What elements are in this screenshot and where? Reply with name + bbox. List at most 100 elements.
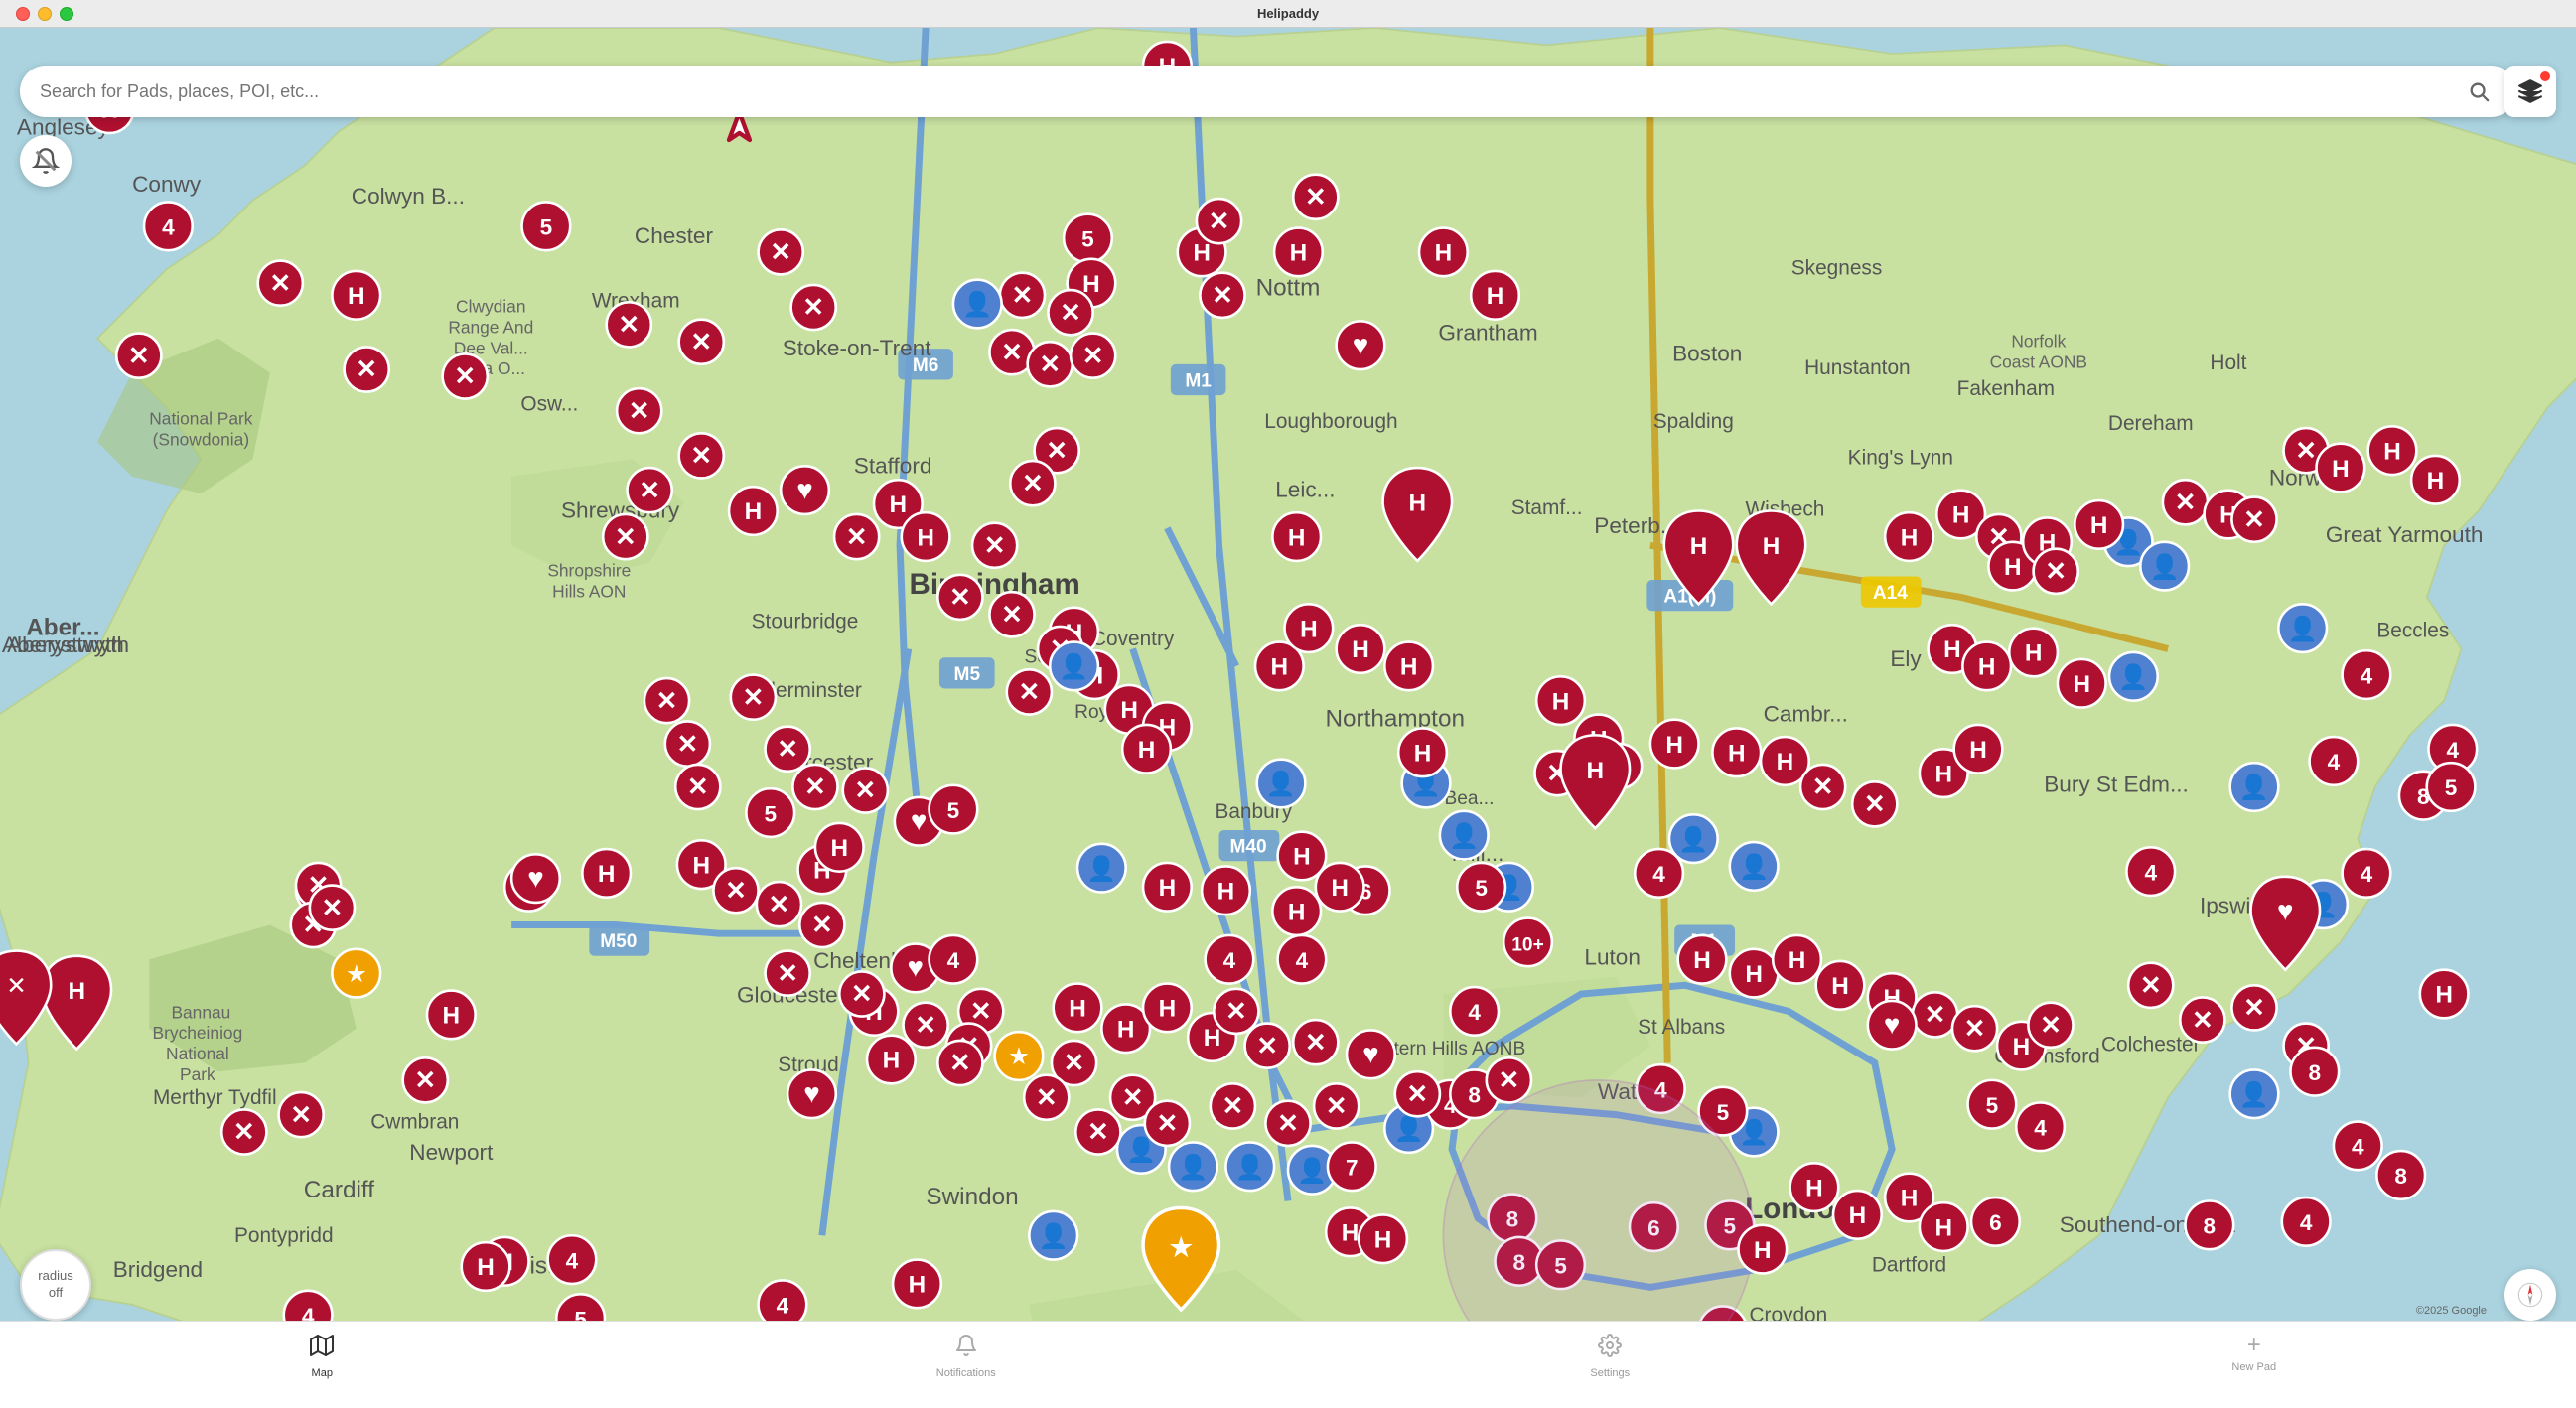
svg-text:♥: ♥	[1353, 329, 1369, 359]
svg-text:H: H	[1763, 533, 1781, 560]
svg-text:Grantham: Grantham	[1438, 320, 1537, 345]
svg-text:H: H	[830, 835, 848, 862]
svg-text:Hunstanton: Hunstanton	[1804, 356, 1911, 379]
svg-text:✕: ✕	[1001, 599, 1023, 629]
svg-text:Birmingham: Birmingham	[910, 568, 1080, 601]
svg-text:✕: ✕	[1925, 1000, 1946, 1030]
map-nav-label: Map	[312, 1367, 333, 1379]
svg-text:Bea...: Bea...	[1444, 788, 1494, 809]
svg-text:4: 4	[947, 948, 960, 973]
nav-item-new-pad[interactable]: + New Pad	[2215, 1334, 2294, 1373]
maximize-button[interactable]	[60, 7, 73, 21]
alert-button[interactable]	[20, 135, 72, 187]
svg-text:✕: ✕	[414, 1065, 436, 1095]
search-button[interactable]	[2461, 73, 2497, 109]
svg-text:✕: ✕	[1326, 1091, 1348, 1121]
svg-text:✕: ✕	[1964, 1013, 1986, 1043]
svg-text:H: H	[598, 861, 616, 888]
svg-text:H: H	[1290, 240, 1308, 267]
svg-text:A14: A14	[1873, 583, 1908, 604]
svg-text:H: H	[1777, 749, 1794, 775]
svg-text:✕: ✕	[1256, 1031, 1278, 1060]
svg-text:✕: ✕	[2175, 488, 2197, 517]
svg-text:H: H	[2004, 554, 2022, 581]
svg-text:Pontypridd: Pontypridd	[234, 1224, 334, 1247]
svg-text:M40: M40	[1229, 837, 1266, 858]
svg-text:H: H	[1400, 654, 1418, 681]
svg-text:5: 5	[1717, 1100, 1730, 1125]
svg-text:H: H	[1288, 899, 1306, 925]
minimize-button[interactable]	[38, 7, 52, 21]
svg-text:✕: ✕	[1012, 280, 1034, 310]
svg-text:✕: ✕	[1305, 182, 1327, 211]
svg-text:H: H	[1204, 1025, 1221, 1052]
svg-text:👤: 👤	[2150, 552, 2180, 581]
svg-text:Coventry: Coventry	[1091, 628, 1175, 650]
map-container[interactable]: M6 M1 M5 M40 M50 A1(M) A14 M1 Manches...…	[0, 28, 2576, 1408]
svg-text:♥: ♥	[796, 474, 813, 504]
svg-text:4: 4	[162, 215, 175, 240]
svg-text:Merthyr Tydfil: Merthyr Tydfil	[153, 1086, 277, 1109]
svg-text:H: H	[1159, 875, 1177, 902]
nav-item-settings[interactable]: Settings	[1570, 1334, 1649, 1379]
svg-text:✕: ✕	[770, 237, 791, 267]
svg-text:Newport: Newport	[409, 1140, 494, 1165]
nav-item-map[interactable]: Map	[282, 1334, 361, 1379]
svg-text:✕: ✕	[1082, 341, 1104, 370]
svg-text:8: 8	[2204, 1214, 2217, 1239]
svg-text:✕: ✕	[676, 729, 698, 759]
svg-text:Bury St Edm...: Bury St Edm...	[2044, 773, 2189, 797]
svg-text:H: H	[1901, 524, 1919, 551]
svg-text:H: H	[1352, 636, 1369, 663]
svg-text:👤: 👤	[2288, 614, 2318, 642]
svg-text:👤: 👤	[962, 290, 992, 319]
svg-text:Leic...: Leic...	[1275, 478, 1335, 502]
svg-text:✕: ✕	[687, 772, 709, 801]
svg-text:H: H	[2090, 512, 2108, 539]
svg-text:✕: ✕	[769, 889, 790, 918]
radius-button[interactable]: radius off	[20, 1249, 91, 1321]
svg-text:👤: 👤	[1039, 1221, 1069, 1250]
svg-text:Stourbridge: Stourbridge	[752, 611, 859, 634]
svg-text:✕: ✕	[2243, 993, 2265, 1023]
svg-text:H: H	[68, 978, 85, 1005]
settings-nav-label: Settings	[1590, 1367, 1630, 1379]
svg-text:✕: ✕	[2243, 504, 2265, 534]
svg-text:✕: ✕	[269, 268, 291, 298]
svg-text:4: 4	[566, 1248, 579, 1273]
svg-text:♥: ♥	[803, 1077, 820, 1108]
svg-text:✕: ✕	[1864, 789, 1886, 819]
svg-text:4: 4	[2352, 1135, 2364, 1160]
svg-text:✕: ✕	[690, 327, 712, 356]
svg-text:5: 5	[947, 798, 960, 823]
svg-text:7: 7	[1346, 1155, 1359, 1180]
svg-text:✕: ✕	[1060, 297, 1081, 327]
svg-text:Holt: Holt	[2210, 352, 2246, 374]
svg-text:✕: ✕	[2040, 1010, 2062, 1040]
svg-text:8: 8	[1468, 1082, 1481, 1107]
compass-button[interactable]	[2504, 1269, 2556, 1321]
svg-text:H: H	[1693, 947, 1711, 974]
svg-text:H: H	[2435, 982, 2453, 1009]
svg-text:Great Yarmouth: Great Yarmouth	[2326, 522, 2484, 547]
svg-text:✕: ✕	[851, 979, 873, 1009]
svg-text:H: H	[2073, 671, 2090, 698]
svg-text:6: 6	[1989, 1210, 2002, 1235]
svg-text:Nottm: Nottm	[1256, 274, 1321, 301]
svg-text:4: 4	[2300, 1210, 2313, 1235]
svg-text:✕: ✕	[846, 521, 868, 551]
svg-text:✕: ✕	[2045, 556, 2067, 586]
layers-button[interactable]	[2504, 66, 2556, 117]
svg-text:H: H	[348, 283, 365, 310]
search-bar[interactable]	[20, 66, 2516, 117]
svg-text:Chester: Chester	[635, 223, 714, 248]
nav-item-notifications[interactable]: Notifications	[927, 1334, 1006, 1379]
svg-text:♥: ♥	[911, 805, 928, 836]
close-button[interactable]	[16, 7, 30, 21]
svg-text:Conwy: Conwy	[132, 172, 202, 197]
search-input[interactable]	[40, 81, 2461, 102]
svg-text:Bannau: Bannau	[171, 1002, 230, 1022]
svg-text:8: 8	[2394, 1164, 2407, 1189]
svg-text:H: H	[2013, 1034, 2031, 1060]
svg-text:✕: ✕	[1812, 772, 1834, 801]
